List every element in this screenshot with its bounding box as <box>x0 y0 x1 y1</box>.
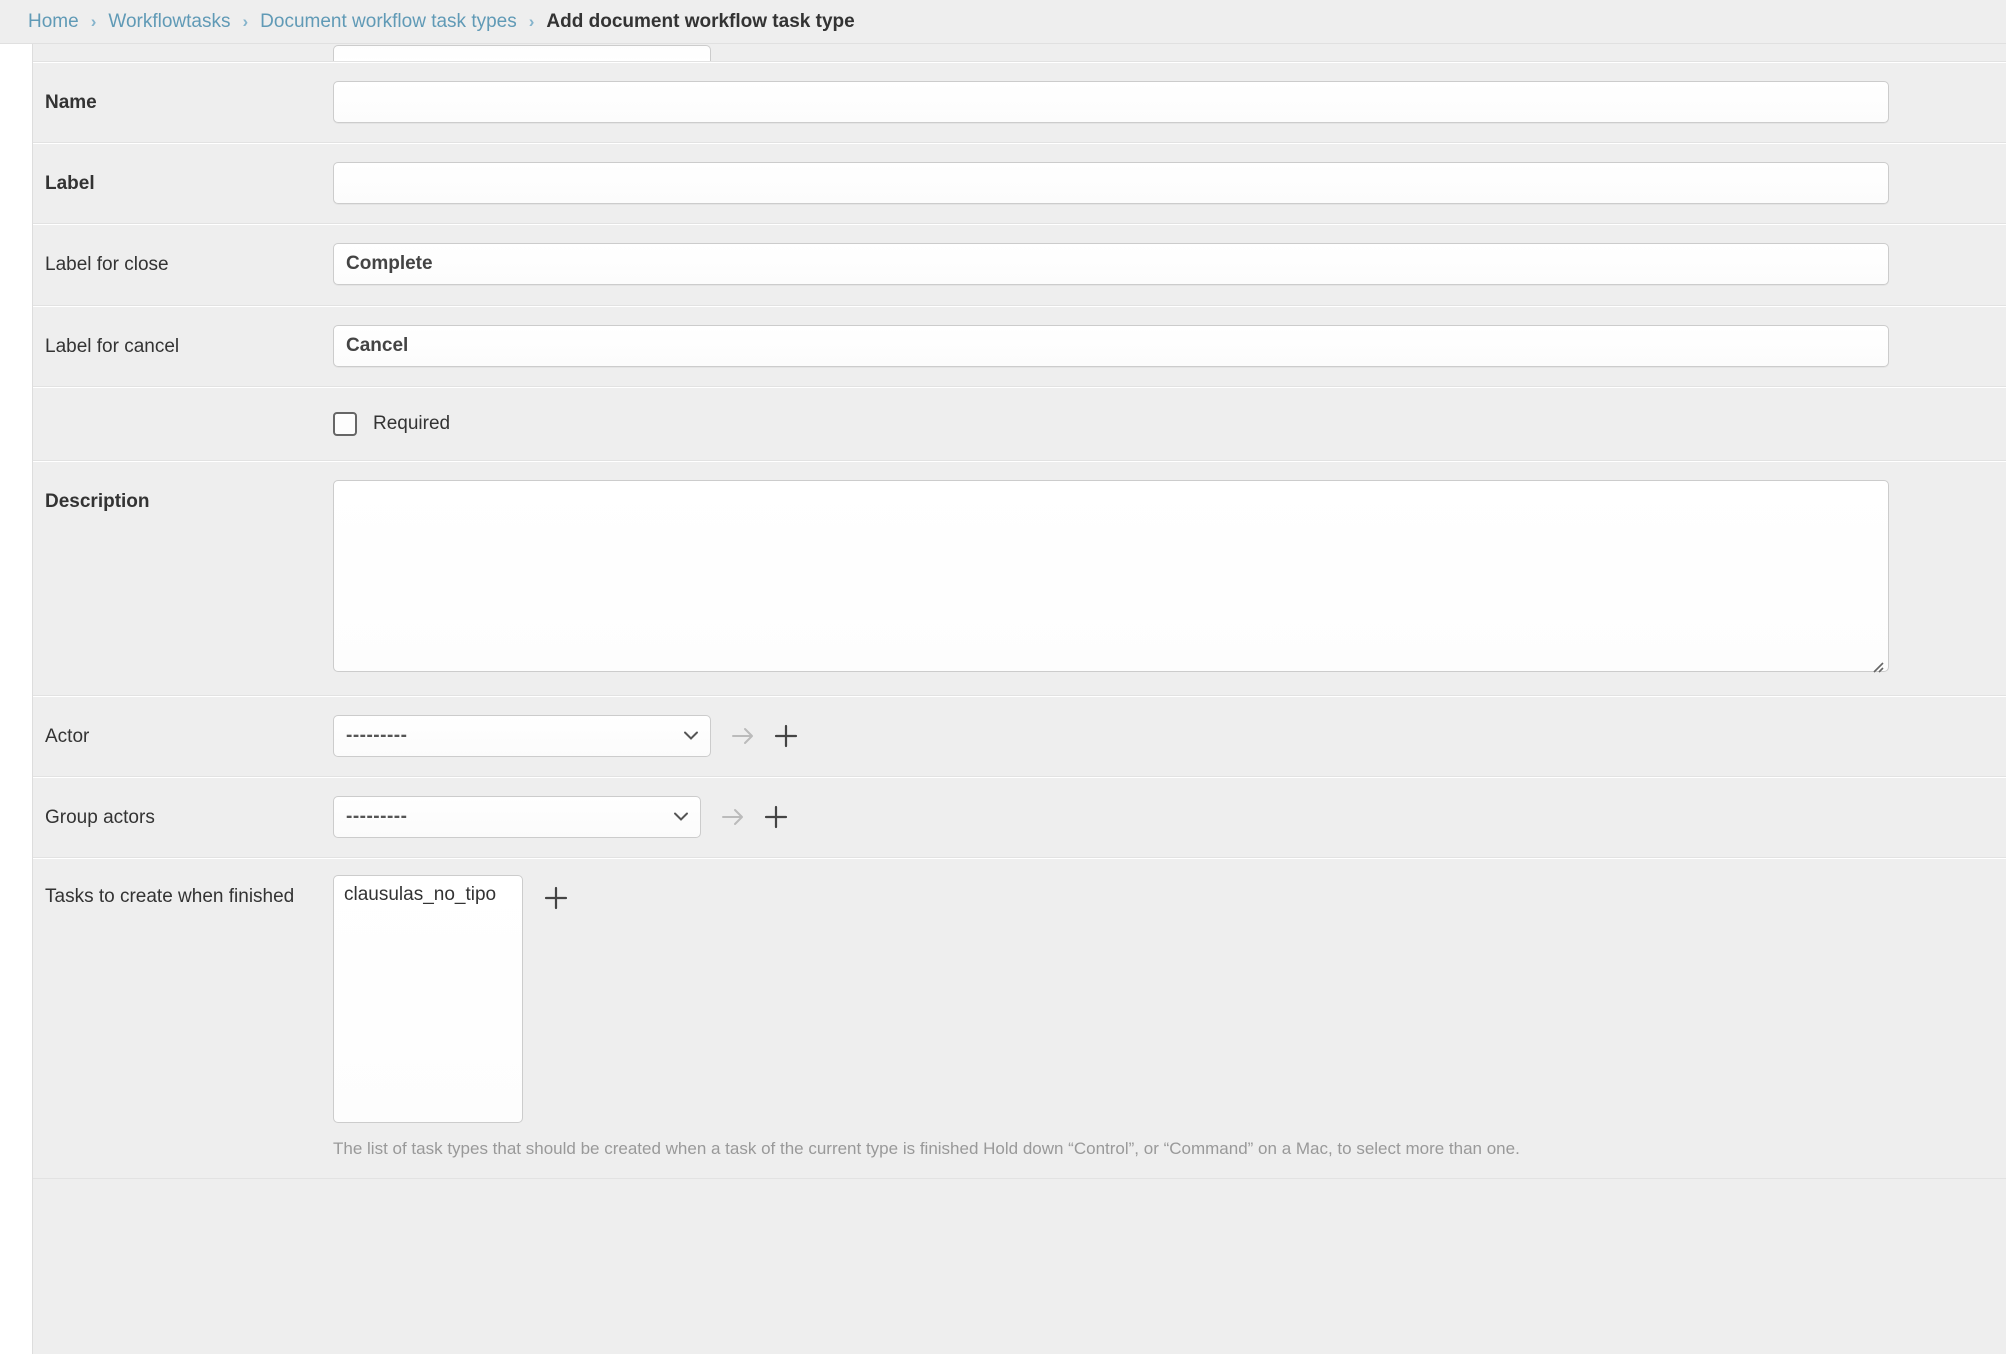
field-control-label <box>333 144 2006 222</box>
field-control-group-actors: --------- <box>333 778 2006 856</box>
group-actors-select-box: --------- <box>333 796 701 838</box>
form-row-group-actors: Group actors --------- <box>33 777 2006 858</box>
multiselect-option[interactable]: clausulas_no_tipo <box>334 882 522 908</box>
group-actors-add-another-plus-icon[interactable] <box>759 800 793 834</box>
description-textarea-wrap <box>333 480 1889 677</box>
actor-select[interactable]: --------- <box>333 715 711 757</box>
field-control-actor: --------- <box>333 697 2006 775</box>
form-row-label: Label <box>33 143 2006 224</box>
field-label-name: Name <box>33 63 333 142</box>
field-label-label-for-cancel: Label for cancel <box>33 307 333 386</box>
tasks-to-create-multiselect[interactable]: clausulas_no_tipo <box>333 875 523 1123</box>
field-label-group-actors: Group actors <box>33 778 333 857</box>
breadcrumb-item-document-workflow-task-types[interactable]: Document workflow task types <box>260 11 517 33</box>
form-row-actor: Actor --------- <box>33 696 2006 777</box>
field-control-label-for-cancel <box>333 307 2006 385</box>
form-row-name: Name <box>33 62 2006 143</box>
field-control-required: Required <box>333 388 2006 460</box>
field-control-name <box>333 63 2006 141</box>
breadcrumb-item-workflowtasks[interactable]: Workflowtasks <box>108 11 230 33</box>
field-control-tasks-to-create-when-finished: clausulas_no_tipo The list of task types… <box>333 859 2006 1178</box>
field-control-label-for-close <box>333 225 2006 303</box>
field-label-tasks-to-create-when-finished: Tasks to create when finished <box>33 859 333 936</box>
field-label-label-for-close: Label for close <box>33 225 333 304</box>
required-checkbox-label: Required <box>373 413 450 435</box>
add-document-workflow-task-type-form: Name Label Label for close Label for can… <box>32 44 2006 1354</box>
description-textarea[interactable] <box>333 480 1889 672</box>
required-checkbox[interactable] <box>333 412 357 436</box>
field-label-required-blank <box>33 388 333 444</box>
breadcrumb-item-home[interactable]: Home <box>28 11 79 33</box>
partial-row-label <box>33 44 333 61</box>
actor-select-box: --------- <box>333 715 711 757</box>
partial-select-control[interactable] <box>333 45 711 61</box>
breadcrumb: Home › Workflowtasks › Document workflow… <box>0 0 2006 44</box>
form-row-label-for-cancel: Label for cancel <box>33 306 2006 387</box>
partial-row-field <box>333 45 2006 61</box>
field-label-label: Label <box>33 144 333 223</box>
group-actors-select[interactable]: --------- <box>333 796 701 838</box>
field-control-description <box>333 462 2006 695</box>
breadcrumb-separator-icon: › <box>91 13 97 30</box>
form-row-partial-above <box>33 44 2006 62</box>
breadcrumb-separator-icon: › <box>529 13 535 30</box>
field-label-description: Description <box>33 462 333 541</box>
tasks-to-create-add-another-plus-icon[interactable] <box>539 881 573 915</box>
field-label-actor: Actor <box>33 697 333 776</box>
name-input[interactable] <box>333 81 1889 123</box>
form-row-required: Required <box>33 387 2006 461</box>
form-row-tasks-to-create-when-finished: Tasks to create when finished clausulas_… <box>33 858 2006 1179</box>
actor-view-related-arrow-right-icon[interactable] <box>727 719 761 753</box>
group-actors-view-related-arrow-right-icon[interactable] <box>717 800 751 834</box>
tasks-to-create-help-text: The list of task types that should be cr… <box>333 1137 1520 1160</box>
label-for-close-input[interactable] <box>333 243 1889 285</box>
label-input[interactable] <box>333 162 1889 204</box>
breadcrumb-current-page: Add document workflow task type <box>546 11 854 33</box>
form-row-label-for-close: Label for close <box>33 224 2006 305</box>
actor-add-another-plus-icon[interactable] <box>769 719 803 753</box>
page-content: Name Label Label for close Label for can… <box>0 44 2006 1354</box>
label-for-cancel-input[interactable] <box>333 325 1889 367</box>
breadcrumb-separator-icon: › <box>242 13 248 30</box>
form-row-description: Description <box>33 461 2006 696</box>
